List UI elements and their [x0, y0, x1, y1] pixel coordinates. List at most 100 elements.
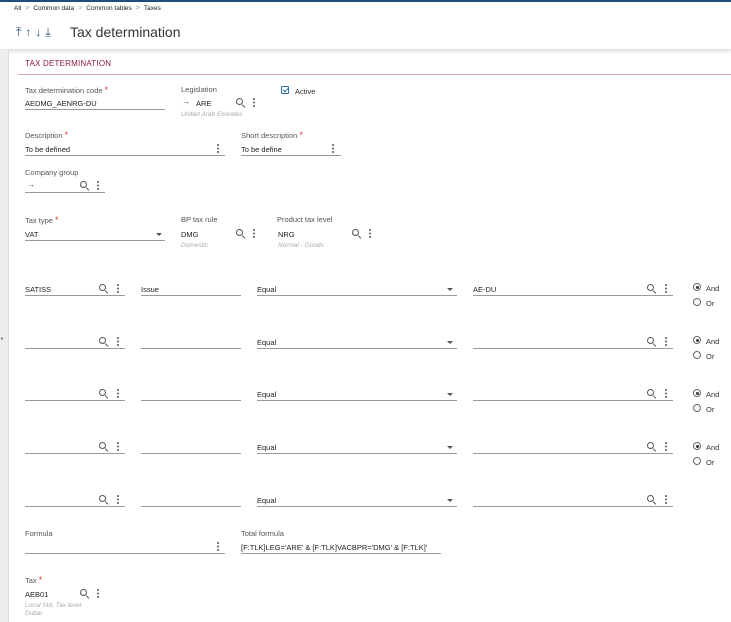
search-icon[interactable] [236, 229, 245, 238]
search-icon[interactable] [647, 284, 656, 293]
more-options-icon[interactable] [665, 442, 668, 452]
page-header: ⤒ ↑ ↓ ⤓ Tax determination [0, 16, 731, 50]
or-label: Or [706, 299, 715, 308]
condition-4-operator-select[interactable]: Equal [257, 441, 457, 454]
search-icon[interactable] [647, 442, 656, 451]
condition-1-value-input[interactable]: AE-DU [473, 283, 673, 296]
condition-3-or-radio[interactable] [693, 404, 701, 412]
more-options-icon[interactable] [217, 144, 220, 154]
short-description-input[interactable]: To be define [241, 143, 341, 156]
formula-input[interactable] [25, 541, 225, 554]
more-options-icon[interactable] [117, 389, 120, 399]
search-icon[interactable] [99, 442, 108, 451]
condition-1-or-radio[interactable] [693, 298, 701, 306]
left-panel-toggle[interactable]: ▸ [0, 50, 9, 622]
more-options-icon[interactable] [117, 284, 120, 294]
description-input[interactable]: To be defined [25, 143, 225, 156]
legislation-description: United Arab Emirates [181, 111, 243, 118]
first-record-icon[interactable]: ⤒ [16, 25, 21, 40]
condition-4-or-radio[interactable] [693, 457, 701, 465]
chevron-down-icon[interactable] [447, 499, 453, 502]
or-label: Or [706, 458, 715, 467]
chevron-down-icon[interactable] [447, 446, 453, 449]
more-options-icon[interactable] [117, 495, 120, 505]
arrow-right-icon[interactable]: → [182, 97, 190, 106]
breadcrumb-taxes[interactable]: Taxes [144, 5, 161, 12]
condition-2-field-input[interactable] [25, 336, 125, 349]
condition-2-value-input[interactable] [473, 336, 673, 349]
tax-type-select[interactable]: VAT [25, 228, 165, 241]
product-tax-level-input[interactable]: NRG [278, 228, 338, 241]
section-title: TAX DETERMINATION [25, 59, 112, 68]
condition-3-description [141, 388, 241, 401]
more-options-icon[interactable] [665, 337, 668, 347]
condition-4-field-input[interactable] [25, 441, 125, 454]
search-icon[interactable] [80, 589, 89, 598]
condition-2-or-radio[interactable] [693, 351, 701, 359]
search-icon[interactable] [99, 284, 108, 293]
more-options-icon[interactable] [117, 442, 120, 452]
condition-5-field-input[interactable] [25, 494, 125, 507]
more-options-icon[interactable] [253, 98, 256, 108]
total-formula-input[interactable]: [F:TLK]LEG='ARE' & [F:TLK]VACBPR='DMG' &… [241, 541, 441, 554]
more-options-icon[interactable] [97, 181, 100, 191]
more-options-icon[interactable] [665, 495, 668, 505]
more-options-icon[interactable] [369, 229, 372, 239]
breadcrumb-all[interactable]: All [14, 5, 21, 12]
tax-determination-code-input[interactable]: AEDMG_AENRG-DU [25, 97, 165, 110]
company-group-label: Company group [25, 168, 79, 177]
condition-3-field-input[interactable] [25, 388, 125, 401]
condition-1-operator-select[interactable]: Equal [257, 283, 457, 296]
more-options-icon[interactable] [253, 229, 256, 239]
more-options-icon[interactable] [117, 337, 120, 347]
search-icon[interactable] [236, 98, 245, 107]
or-label: Or [706, 352, 715, 361]
active-checkbox[interactable] [281, 86, 289, 94]
condition-1-field-input[interactable]: SATISS [25, 283, 125, 296]
search-icon[interactable] [99, 495, 108, 504]
bp-tax-rule-label: BP tax rule [181, 215, 218, 224]
condition-4-value-input[interactable] [473, 441, 673, 454]
previous-record-icon[interactable]: ↑ [25, 25, 31, 40]
top-accent-bar [0, 0, 731, 2]
bp-tax-rule-input[interactable]: DMG [181, 228, 231, 241]
search-icon[interactable] [80, 181, 89, 190]
condition-3-operator-select[interactable]: Equal [257, 388, 457, 401]
condition-5-value-input[interactable] [473, 494, 673, 507]
chevron-down-icon[interactable] [447, 288, 453, 291]
more-options-icon[interactable] [665, 389, 668, 399]
condition-2-operator-select[interactable]: Equal [257, 336, 457, 349]
more-options-icon[interactable] [665, 284, 668, 294]
legislation-input[interactable]: ARE [196, 97, 236, 110]
more-options-icon[interactable] [217, 542, 220, 552]
condition-3-and-radio[interactable] [693, 389, 701, 397]
search-icon[interactable] [352, 229, 361, 238]
more-options-icon[interactable] [97, 589, 100, 599]
chevron-down-icon[interactable] [447, 393, 453, 396]
tax-input[interactable]: AEB01 [25, 588, 75, 601]
chevron-down-icon[interactable] [447, 341, 453, 344]
search-icon[interactable] [647, 389, 656, 398]
breadcrumb-common-data[interactable]: Common data [33, 5, 74, 12]
condition-2-and-radio[interactable] [693, 336, 701, 344]
condition-5-operator-select[interactable]: Equal [257, 494, 457, 507]
next-record-icon[interactable]: ↓ [35, 25, 41, 40]
last-record-icon[interactable]: ⤓ [45, 25, 50, 40]
search-icon[interactable] [99, 389, 108, 398]
more-options-icon[interactable] [332, 144, 335, 154]
search-icon[interactable] [647, 337, 656, 346]
chevron-down-icon[interactable] [156, 233, 162, 236]
condition-1-and-radio[interactable] [693, 283, 701, 291]
expand-icon[interactable]: ▸ [1, 335, 4, 342]
condition-5-description [141, 494, 241, 507]
condition-3-value-input[interactable] [473, 388, 673, 401]
search-icon[interactable] [647, 495, 656, 504]
condition-4-and-radio[interactable] [693, 442, 701, 450]
tax-type-label: Tax type * [25, 215, 59, 225]
tax-label: Tax * [25, 575, 43, 585]
short-description-label: Short description * [241, 130, 303, 140]
breadcrumb-common-tables[interactable]: Common tables [86, 5, 132, 12]
and-label: And [706, 443, 720, 452]
search-icon[interactable] [99, 337, 108, 346]
company-group-input[interactable] [25, 180, 105, 193]
